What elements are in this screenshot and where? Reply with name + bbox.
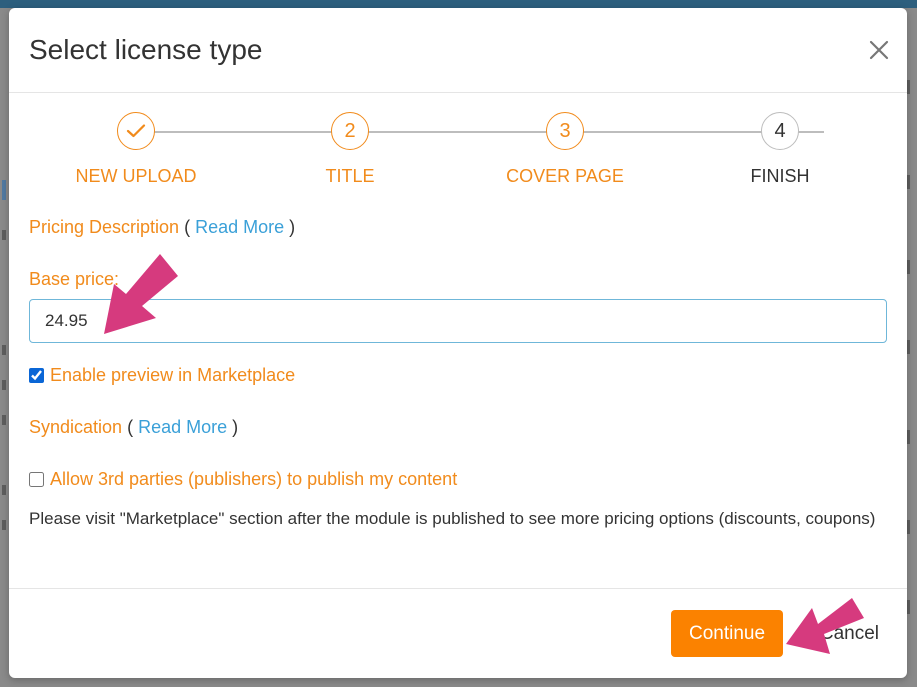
base-price-input[interactable] (29, 299, 887, 343)
step-title: 2 TITLE (250, 112, 450, 187)
step-label: COVER PAGE (506, 166, 624, 186)
close-paren: ) (232, 417, 239, 437)
step-circle (117, 112, 155, 150)
check-icon (126, 124, 146, 138)
step-label: NEW UPLOAD (75, 166, 197, 186)
step-cover-page: 3 COVER PAGE (465, 112, 665, 187)
step-number: 4 (761, 112, 799, 150)
close-button[interactable] (863, 32, 895, 68)
cancel-button[interactable]: Cancel (799, 621, 879, 647)
syndication-read-more-link[interactable]: Read More (138, 417, 227, 437)
pricing-description-label: Pricing Description (29, 217, 180, 237)
step-finish: 4 FINISH (680, 112, 880, 187)
syndication-label: Syndication (29, 417, 123, 437)
enable-preview-checkbox[interactable] (29, 367, 44, 383)
pricing-read-more-link[interactable]: Read More (195, 217, 284, 237)
progress-stepper: NEW UPLOAD 2 TITLE 3 COVER PAGE 4 FINISH (9, 112, 907, 192)
step-new-upload: NEW UPLOAD (36, 112, 236, 187)
syndication-row: Syndication ( Read More ) (29, 416, 238, 438)
base-price-label: Base price: (29, 269, 120, 289)
continue-button[interactable]: Continue (671, 610, 783, 657)
modal-header: Select license type (9, 8, 907, 93)
modal-footer: Continue Cancel (9, 588, 907, 678)
step-number: 3 (546, 112, 584, 150)
enable-preview-label[interactable]: Enable preview in Marketplace (50, 364, 295, 386)
close-paren: ) (289, 217, 296, 237)
marketplace-info-text: Please visit "Marketplace" section after… (29, 509, 876, 528)
license-type-modal: Select license type NEW UPLOAD 2 TITLE 3… (9, 8, 907, 678)
open-paren: ( (184, 217, 191, 237)
pricing-description-row: Pricing Description ( Read More ) (29, 216, 295, 238)
step-number: 2 (331, 112, 369, 150)
enable-preview-row: Enable preview in Marketplace (29, 364, 295, 386)
close-icon (869, 40, 889, 60)
modal-title: Select license type (29, 34, 263, 65)
allow-third-parties-checkbox[interactable] (29, 471, 44, 487)
allow-third-parties-label[interactable]: Allow 3rd parties (publishers) to publis… (50, 468, 457, 490)
allow-third-parties-row: Allow 3rd parties (publishers) to publis… (29, 468, 457, 490)
step-label: FINISH (750, 166, 810, 186)
step-label: TITLE (325, 166, 375, 186)
open-paren: ( (127, 417, 134, 437)
